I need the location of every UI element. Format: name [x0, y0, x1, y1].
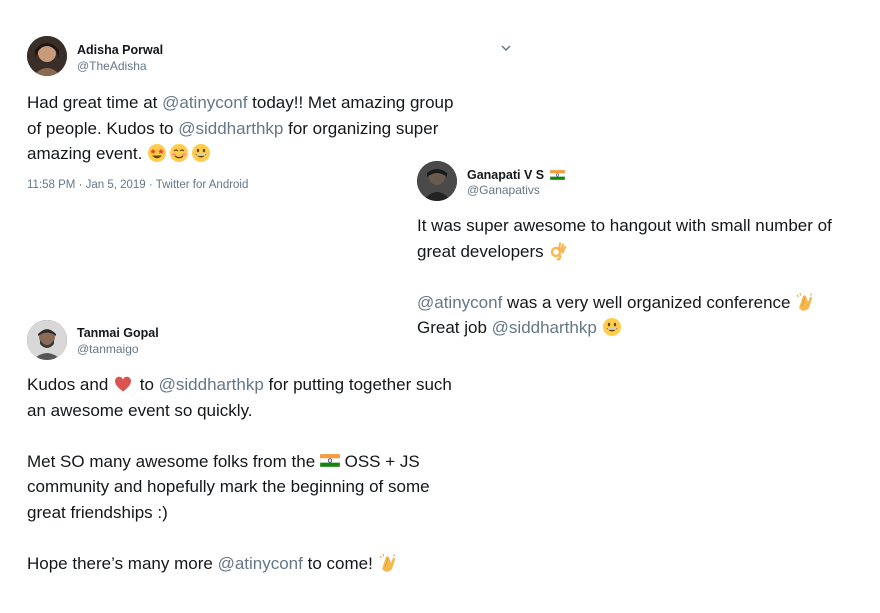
tweet-paragraph: Met SO many awesome folks from the OSS +… [27, 449, 452, 526]
author-name[interactable]: Ganapati V S [467, 168, 565, 182]
tweet-text-segment: community and hopefully mark the beginni… [27, 477, 430, 496]
tweet-paragraph: Hope there’s many more @atinyconf to com… [27, 551, 452, 577]
tweet-line: an awesome event so quickly. [27, 398, 452, 424]
tweet-text-segment: It was super awesome to hangout with sma… [417, 216, 832, 235]
author-name[interactable]: Tanmai Gopal [77, 326, 159, 340]
tweet-ganapati: Ganapati V S @Ganapativs It was super aw… [0, 0, 880, 350]
avatar[interactable] [417, 161, 457, 201]
avatar[interactable] [27, 320, 67, 360]
tweet-text-segment: Met SO many awesome folks from the [27, 451, 320, 471]
tweet-text-segment: Hope there’s many more [27, 553, 218, 573]
tweet-line: great developers [417, 239, 832, 265]
author-name-text: Ganapati V S [467, 168, 545, 182]
tweet-text-segment: to come! [302, 553, 378, 573]
tweet-text-segment: Kudos and [27, 375, 114, 394]
mention-link[interactable]: @siddharthkp [159, 375, 264, 394]
india-flag-icon [319, 453, 340, 467]
red-heart-emoji [114, 376, 132, 392]
tweet-text-segment: great friendships :) [27, 502, 168, 522]
ok-hand-emoji [551, 241, 567, 261]
tweet-paragraph: Kudos and to @siddharthkp for putting to… [27, 372, 452, 423]
tweet-text-segment: great developers [417, 241, 549, 261]
tweet-text-segment: an awesome event so quickly. [27, 400, 253, 420]
tweet-paragraph: It was super awesome to hangout with sma… [417, 213, 832, 264]
tweet-text-segment: to [135, 375, 159, 394]
clapping-hands-emoji [379, 553, 395, 572]
author-handle[interactable]: @tanmaigo [77, 342, 139, 356]
mention-link[interactable]: @atinyconf [417, 293, 502, 312]
tweet-line: Met SO many awesome folks from the OSS +… [27, 449, 452, 475]
tweet-tanmai: Tanmai Gopal @tanmaigo Kudos and to @sid… [0, 310, 520, 600]
author-handle[interactable]: @Ganapativs [467, 183, 540, 197]
mention-link[interactable]: @atinyconf [218, 554, 303, 573]
tweet-line: community and hopefully mark the beginni… [27, 474, 452, 500]
tweet-text-segment: was a very well organized conference [502, 292, 796, 312]
tweet-text-segment: for putting together such [263, 375, 452, 394]
tweet-text: Kudos and to @siddharthkp for putting to… [27, 372, 452, 576]
india-flag-icon [549, 170, 565, 180]
grinning-emoji [602, 318, 621, 336]
tweet-line: Kudos and to @siddharthkp for putting to… [27, 372, 452, 398]
tweet-text-segment: OSS + JS [339, 451, 420, 471]
tweet-line: It was super awesome to hangout with sma… [417, 213, 832, 239]
clapping-hands-emoji [796, 292, 813, 311]
tweet-line: great friendships :) [27, 500, 452, 526]
tweet-line: Hope there’s many more @atinyconf to com… [27, 551, 452, 577]
